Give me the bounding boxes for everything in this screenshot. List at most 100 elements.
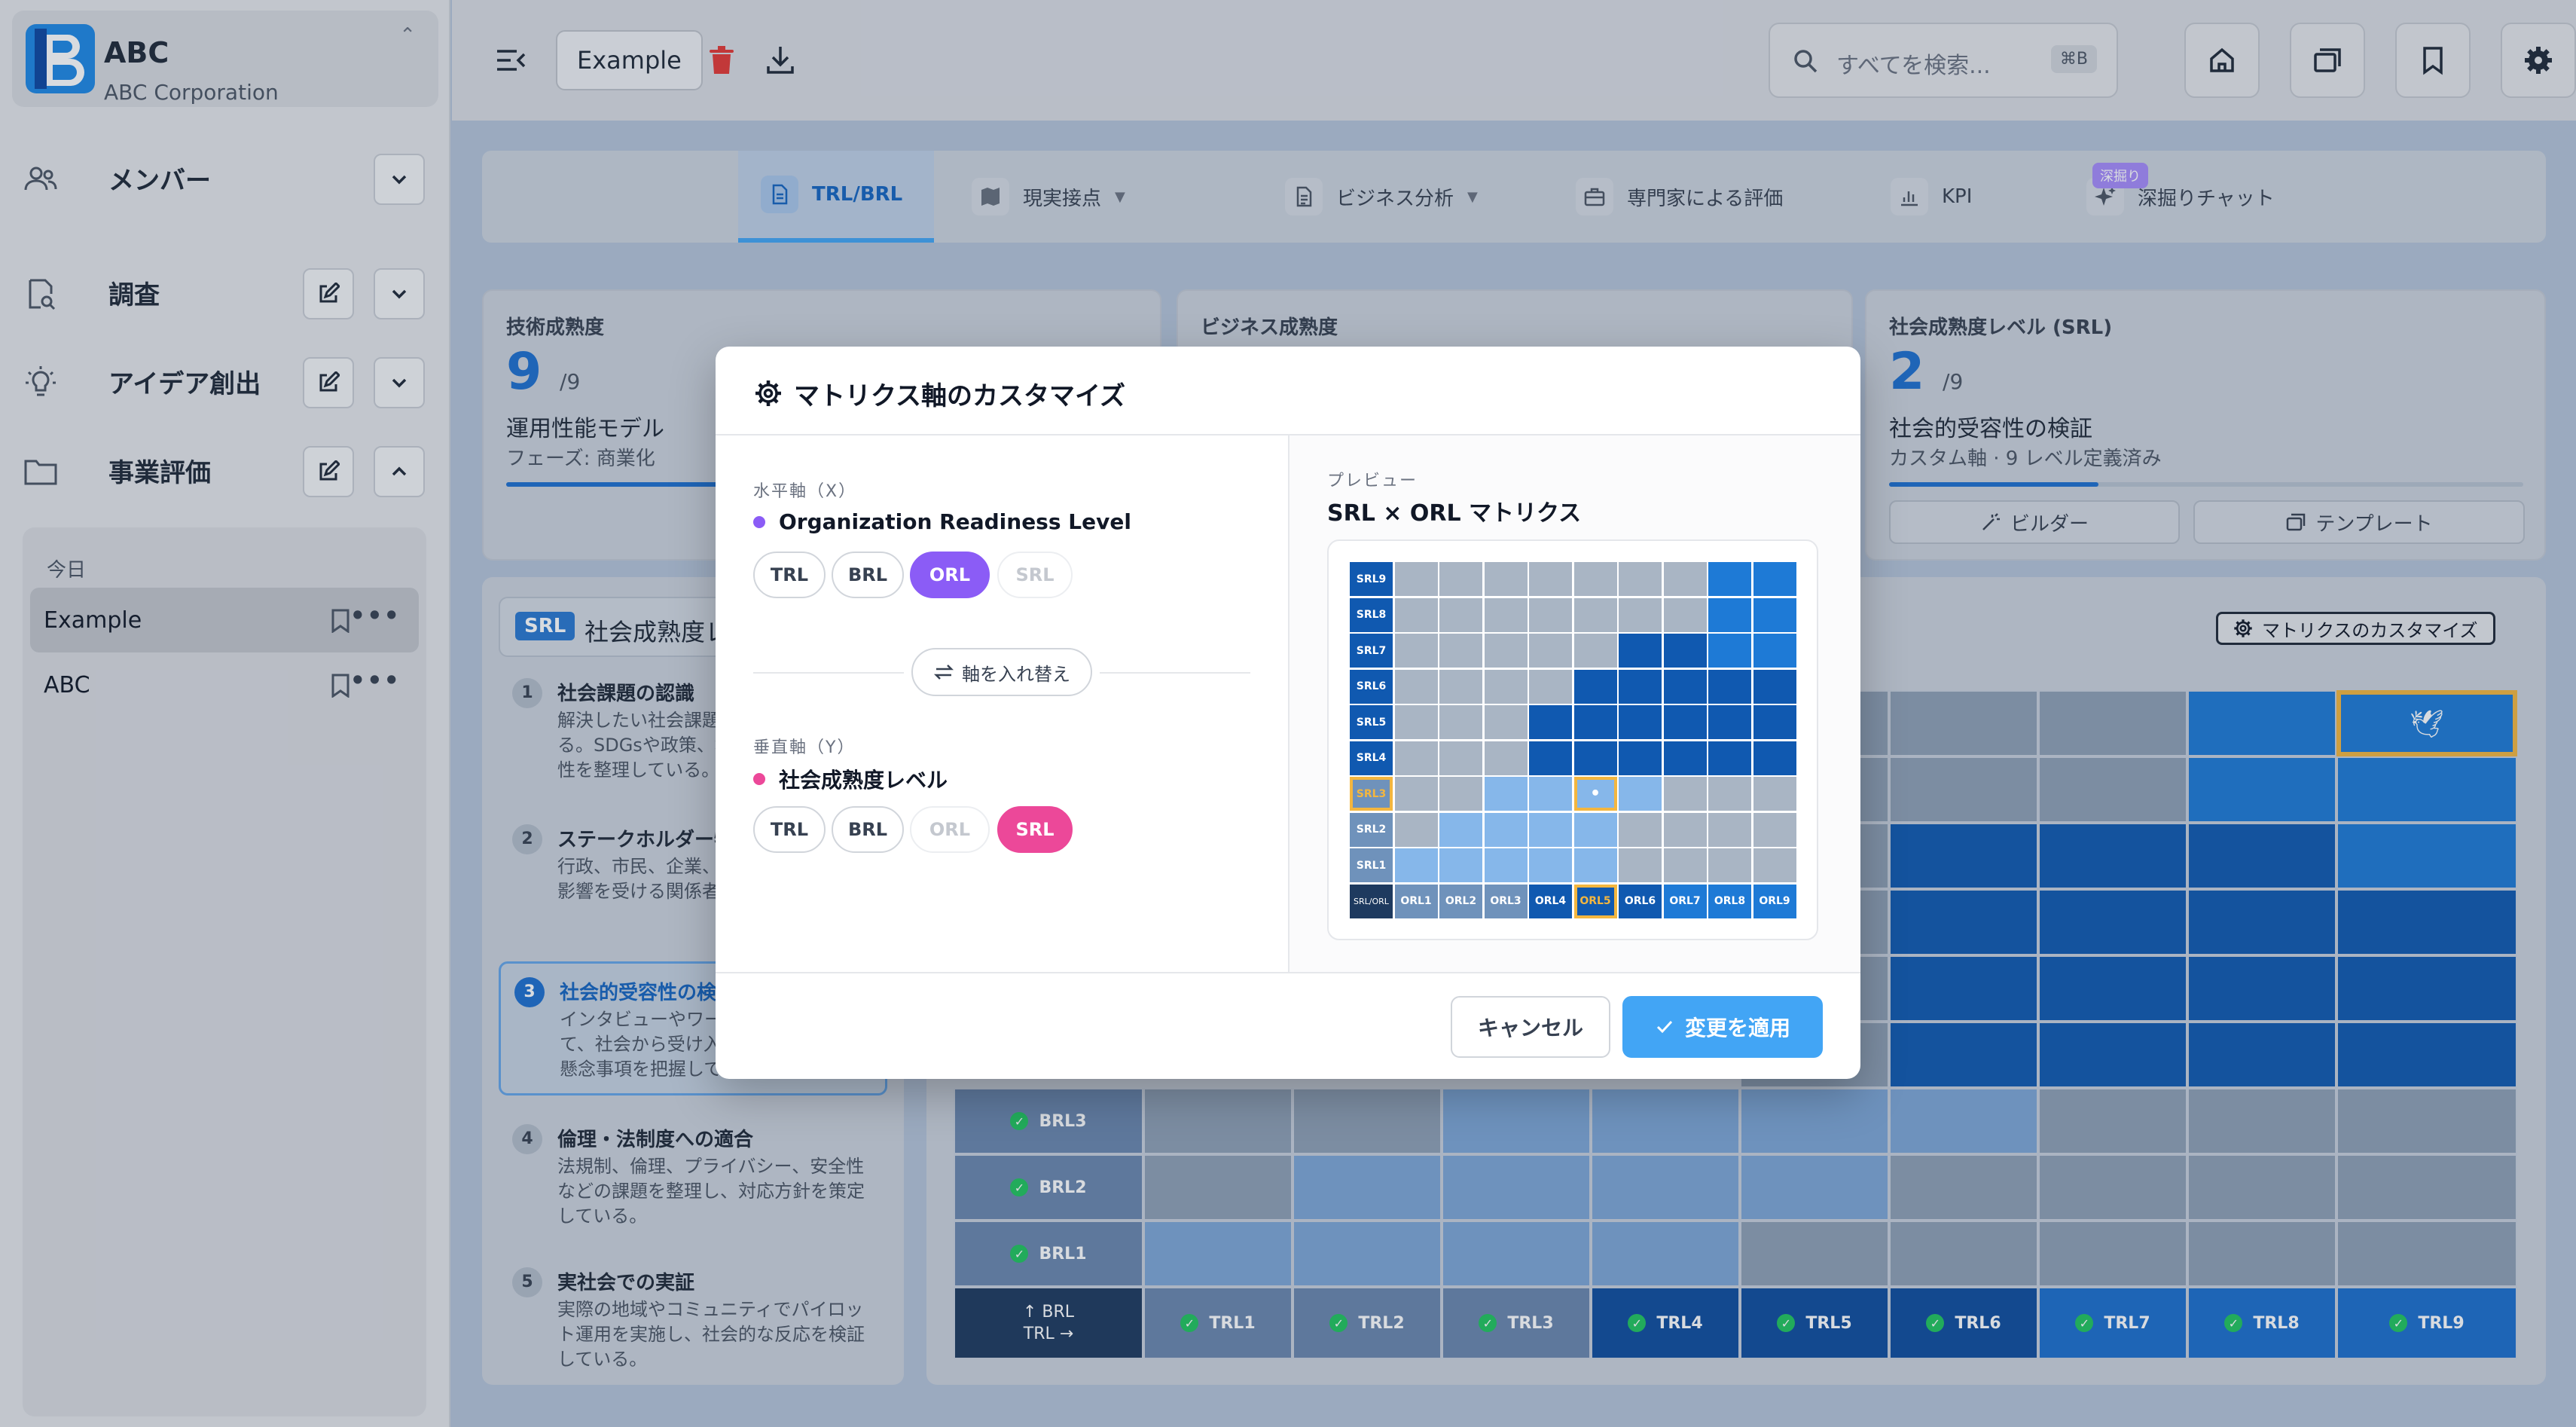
- preview-cell: [1529, 597, 1572, 632]
- horizontal-axis-label: 水平軸（X）: [753, 482, 857, 501]
- preview-row-label: SRL8: [1350, 597, 1393, 632]
- preview-row-label: SRL9: [1350, 562, 1393, 596]
- axis-option-orl: ORL: [910, 806, 990, 853]
- preview-cell: [1708, 705, 1751, 739]
- preview-cell: [1439, 669, 1482, 704]
- preview-cell: [1439, 562, 1482, 596]
- preview-cell: [1663, 741, 1707, 775]
- axis-option-trl[interactable]: TRL: [753, 552, 826, 598]
- preview-cell: [1394, 812, 1438, 847]
- preview-column-label: ORL4: [1529, 884, 1572, 918]
- preview-cell: [1439, 705, 1482, 739]
- preview-column-label: ORL8: [1708, 884, 1751, 918]
- preview-row-label: SRL5: [1350, 705, 1393, 739]
- preview-column-label: ORL1: [1394, 884, 1438, 918]
- preview-cell: [1708, 741, 1751, 775]
- swap-icon: [933, 665, 954, 680]
- preview-cell: [1484, 669, 1528, 704]
- preview-cell: [1619, 848, 1662, 882]
- axis-option-trl[interactable]: TRL: [753, 806, 826, 853]
- preview-cell: [1663, 669, 1707, 704]
- preview-cell: [1573, 669, 1617, 704]
- horizontal-axis-name: Organization Readiness Level: [753, 509, 1131, 534]
- preview-cell: [1619, 562, 1662, 596]
- preview-cell: [1573, 634, 1617, 668]
- preview-cell: [1484, 848, 1528, 882]
- preview-cell: [1573, 562, 1617, 596]
- axis-settings: 水平軸（X） Organization Readiness Level TRL B…: [716, 435, 1288, 972]
- preview-cell: •: [1573, 777, 1617, 811]
- preview-label: プレビュー: [1327, 472, 1418, 490]
- preview-cell: [1663, 634, 1707, 668]
- preview-title: SRL × ORL マトリクス: [1327, 500, 1582, 527]
- preview-column-label: ORL3: [1484, 884, 1528, 918]
- preview-row-label: SRL1: [1350, 848, 1393, 882]
- axis-option-srl[interactable]: SRL: [997, 806, 1073, 853]
- preview-row-label: SRL7: [1350, 634, 1393, 668]
- preview-row-label: SRL2: [1350, 812, 1393, 847]
- preview-cell: [1663, 705, 1707, 739]
- preview-cell: [1529, 634, 1572, 668]
- preview-cell: [1439, 812, 1482, 847]
- axis-option-brl[interactable]: BRL: [832, 806, 904, 853]
- preview-cell: [1708, 777, 1751, 811]
- preview-cell: [1529, 848, 1572, 882]
- preview-cell: [1529, 669, 1572, 704]
- swap-axes-button[interactable]: 軸を入れ替え: [911, 648, 1092, 696]
- customize-axes-modal: マトリクス軸のカスタマイズ 水平軸（X） Organization Readin…: [716, 347, 1860, 1079]
- preview-cell: [1753, 562, 1796, 596]
- preview-cell: [1708, 634, 1751, 668]
- axis-option-srl: SRL: [997, 552, 1073, 598]
- preview-cell: [1394, 669, 1438, 704]
- preview-cell: [1573, 705, 1617, 739]
- preview-matrix: SRL9 SRL8 SRL7 SRL6 SRL5 SRL4 SRL3 • SRL2 SRL1 SRL…: [1327, 539, 1818, 940]
- preview-cell: [1394, 705, 1438, 739]
- preview-cell: [1708, 597, 1751, 632]
- preview-cell: [1663, 777, 1707, 811]
- preview-cell: [1753, 812, 1796, 847]
- preview-column-label: ORL7: [1663, 884, 1707, 918]
- preview-cell: [1529, 705, 1572, 739]
- preview-cell: [1619, 669, 1662, 704]
- preview-cell: [1394, 777, 1438, 811]
- axis-color-dot: [753, 773, 765, 785]
- preview-cell: [1619, 705, 1662, 739]
- preview-cell: [1753, 634, 1796, 668]
- preview-section: プレビュー SRL × ORL マトリクス SRL9 SRL8 SRL7 SRL6 SR…: [1288, 435, 1860, 972]
- preview-cell: [1663, 562, 1707, 596]
- axis-color-dot: [753, 515, 765, 528]
- preview-cell: [1708, 848, 1751, 882]
- preview-column-label: ORL5: [1573, 884, 1617, 918]
- preview-cell: [1663, 597, 1707, 632]
- preview-cell: [1753, 669, 1796, 704]
- preview-cell: [1484, 705, 1528, 739]
- gear-icon: [755, 380, 781, 406]
- preview-cell: [1394, 634, 1438, 668]
- preview-row-label: SRL4: [1350, 741, 1393, 775]
- preview-cell: [1484, 597, 1528, 632]
- vertical-axis-label: 垂直軸（Y）: [753, 738, 856, 757]
- preview-cell: [1394, 597, 1438, 632]
- preview-cell: [1753, 777, 1796, 811]
- preview-cell: [1619, 812, 1662, 847]
- preview-cell: [1619, 741, 1662, 775]
- preview-cell: [1708, 669, 1751, 704]
- preview-cell: [1484, 562, 1528, 596]
- modal-title: マトリクス軸のカスタマイズ: [794, 381, 1125, 411]
- preview-cell: [1439, 741, 1482, 775]
- preview-cell: [1484, 741, 1528, 775]
- preview-cell: [1484, 777, 1528, 811]
- preview-row-label: SRL3: [1350, 777, 1393, 811]
- preview-cell: [1439, 777, 1482, 811]
- modal-header: マトリクス軸のカスタマイズ: [716, 347, 1860, 435]
- check-icon: [1656, 1020, 1673, 1034]
- axis-option-brl[interactable]: BRL: [832, 552, 904, 598]
- apply-changes-button[interactable]: 変更を適用: [1622, 996, 1823, 1058]
- axis-option-orl[interactable]: ORL: [910, 552, 990, 598]
- preview-cell: [1753, 597, 1796, 632]
- preview-cell: [1484, 634, 1528, 668]
- cancel-button[interactable]: キャンセル: [1451, 996, 1610, 1058]
- preview-cell: [1529, 812, 1572, 847]
- preview-cell: [1394, 848, 1438, 882]
- preview-cell: [1529, 777, 1572, 811]
